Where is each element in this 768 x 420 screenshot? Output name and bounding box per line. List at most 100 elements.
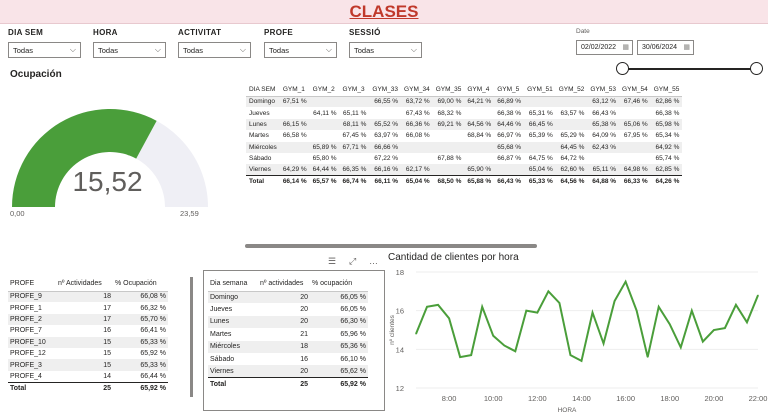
x-axis-label: HORA bbox=[558, 407, 577, 414]
slicer-dropdown[interactable]: Todas ⌵ bbox=[93, 42, 166, 58]
gauge-title: Ocupación bbox=[10, 69, 62, 80]
table-cell: 65,92 % bbox=[113, 381, 168, 394]
table-cell: 66,38 % bbox=[497, 109, 522, 117]
column-header[interactable]: DIA SEM bbox=[246, 83, 280, 96]
slicer-value: Todas bbox=[269, 46, 290, 55]
column-header[interactable]: GYM_3 bbox=[340, 83, 370, 96]
column-header[interactable]: GYM_2 bbox=[310, 83, 340, 96]
y-tick-label: 16 bbox=[396, 307, 404, 316]
column-header[interactable]: GYM_33 bbox=[369, 83, 401, 96]
slicer-hora[interactable]: HORA Todas ⌵ bbox=[93, 28, 166, 58]
table-cell: Martes bbox=[249, 132, 269, 140]
slicer-dropdown[interactable]: Todas ⌵ bbox=[8, 42, 81, 58]
data-point bbox=[757, 294, 759, 296]
vertical-scrollbar[interactable] bbox=[190, 277, 193, 397]
column-header[interactable]: GYM_35 bbox=[433, 83, 465, 96]
table-cell: 68,84 % bbox=[467, 132, 492, 140]
slicer-label: DIA SEM bbox=[8, 28, 44, 37]
calendar-icon[interactable]: ▦ bbox=[622, 43, 629, 51]
slicer-dropdown[interactable]: Todas ⌵ bbox=[264, 42, 337, 58]
table-cell: Martes bbox=[210, 330, 232, 338]
more-options-icon[interactable]: … bbox=[369, 256, 378, 266]
calendar-icon[interactable]: ▦ bbox=[683, 43, 690, 51]
filter-icon[interactable]: ☰ bbox=[328, 256, 336, 267]
column-header[interactable]: GYM_52 bbox=[556, 83, 588, 96]
slicer-dropdown[interactable]: Todas ⌵ bbox=[349, 42, 422, 58]
table-cell: 18 bbox=[258, 340, 310, 353]
date-end-input[interactable]: 30/06/2024 ▦ bbox=[637, 40, 694, 55]
table-cell: Total bbox=[8, 381, 56, 394]
table-cell: 63,72 % bbox=[401, 96, 433, 108]
table-cell: 20 bbox=[258, 315, 310, 329]
column-header[interactable]: GYM_54 bbox=[619, 83, 651, 96]
table-cell: 20 bbox=[258, 291, 310, 304]
column-header[interactable]: GYM_5 bbox=[494, 83, 524, 96]
table-cell bbox=[524, 141, 556, 153]
day-table: Dia semana nº actividades % ocupación Do… bbox=[208, 277, 368, 391]
table-header-row: Dia semana nº actividades % ocupación bbox=[208, 277, 368, 291]
table-cell: 65,29 % bbox=[560, 132, 585, 140]
table-cell: 65,92 % bbox=[310, 377, 368, 391]
column-header[interactable]: % ocupación bbox=[310, 277, 368, 291]
slicer-dia-sem[interactable]: DIA SEM Todas ⌵ bbox=[8, 28, 81, 58]
table-cell: 66,38 % bbox=[655, 109, 680, 117]
slicer-dropdown[interactable]: Todas ⌵ bbox=[178, 42, 251, 58]
column-header[interactable]: GYM_55 bbox=[651, 83, 683, 96]
column-header[interactable]: GYM_1 bbox=[280, 83, 310, 96]
table-cell: 63,12 % bbox=[587, 96, 620, 108]
table-cell: 65,34 % bbox=[655, 132, 680, 140]
table-cell: 64,26 % bbox=[650, 175, 683, 188]
table-cell: 65,70 % bbox=[113, 313, 168, 326]
date-slider-end-handle[interactable] bbox=[750, 62, 763, 75]
table-cell: 65,04 % bbox=[401, 175, 433, 188]
data-point bbox=[691, 310, 693, 312]
table-cell bbox=[587, 153, 619, 164]
table-row: Viernes 20 65,62 % bbox=[208, 365, 368, 378]
column-header[interactable]: Dia semana bbox=[208, 277, 258, 291]
horizontal-scrollbar[interactable] bbox=[245, 244, 537, 248]
data-point bbox=[470, 354, 472, 356]
column-header[interactable]: nº actividades bbox=[258, 277, 310, 291]
column-header[interactable]: % Ocupación bbox=[113, 277, 168, 291]
table-row: PROFE_7 16 66,41 % bbox=[8, 325, 168, 336]
date-slider-start-handle[interactable] bbox=[616, 62, 629, 75]
date-slider-track[interactable] bbox=[622, 68, 757, 70]
table-cell: 66,41 % bbox=[140, 327, 166, 335]
column-header[interactable]: PROFE bbox=[8, 277, 56, 291]
slicer-sessio[interactable]: SESSIÓ Todas ⌵ bbox=[349, 28, 422, 58]
table-cell: 66,74 % bbox=[339, 175, 370, 188]
y-tick-label: 18 bbox=[396, 268, 404, 277]
table-cell: 64,75 % bbox=[528, 155, 553, 163]
column-header[interactable]: GYM_34 bbox=[401, 83, 433, 96]
column-header[interactable]: GYM_51 bbox=[524, 83, 556, 96]
table-cell: 64,44 % bbox=[309, 164, 340, 176]
table-cell bbox=[369, 107, 401, 118]
table-cell: Lunes bbox=[246, 118, 280, 131]
table-cell: 65,96 % bbox=[340, 330, 366, 338]
date-start-input[interactable]: 02/02/2022 ▦ bbox=[576, 40, 633, 55]
table-cell: 17 bbox=[103, 304, 111, 312]
slicer-activitat[interactable]: ACTIVITAT Todas ⌵ bbox=[178, 28, 251, 58]
column-header[interactable]: GYM_53 bbox=[587, 83, 619, 96]
table-cell: 66,58 % bbox=[282, 132, 307, 140]
column-header[interactable]: nº Actividades bbox=[56, 277, 113, 291]
table-cell: 69,21 % bbox=[432, 118, 465, 131]
table-cell bbox=[340, 153, 370, 164]
column-header[interactable]: GYM_4 bbox=[464, 83, 494, 96]
table-cell: 65,38 % bbox=[587, 118, 620, 131]
table-cell: Miércoles bbox=[208, 340, 258, 353]
table-cell: 16 bbox=[300, 355, 308, 363]
data-point bbox=[448, 317, 450, 319]
table-cell: 65,89 % bbox=[309, 141, 340, 153]
data-point bbox=[669, 323, 671, 325]
table-cell: 67,71 % bbox=[339, 141, 370, 153]
data-point bbox=[536, 312, 538, 314]
chevron-down-icon: ⌵ bbox=[325, 45, 332, 54]
table-cell: Sábado bbox=[210, 355, 235, 363]
gauge-value: 15,52 bbox=[72, 166, 143, 197]
slicer-profe[interactable]: PROFE Todas ⌵ bbox=[264, 28, 337, 58]
table-cell: 66,43 % bbox=[494, 175, 525, 188]
table-cell: 62,86 % bbox=[650, 96, 683, 108]
table-cell bbox=[524, 96, 556, 108]
focus-mode-icon[interactable]: ⤢ bbox=[349, 256, 356, 267]
